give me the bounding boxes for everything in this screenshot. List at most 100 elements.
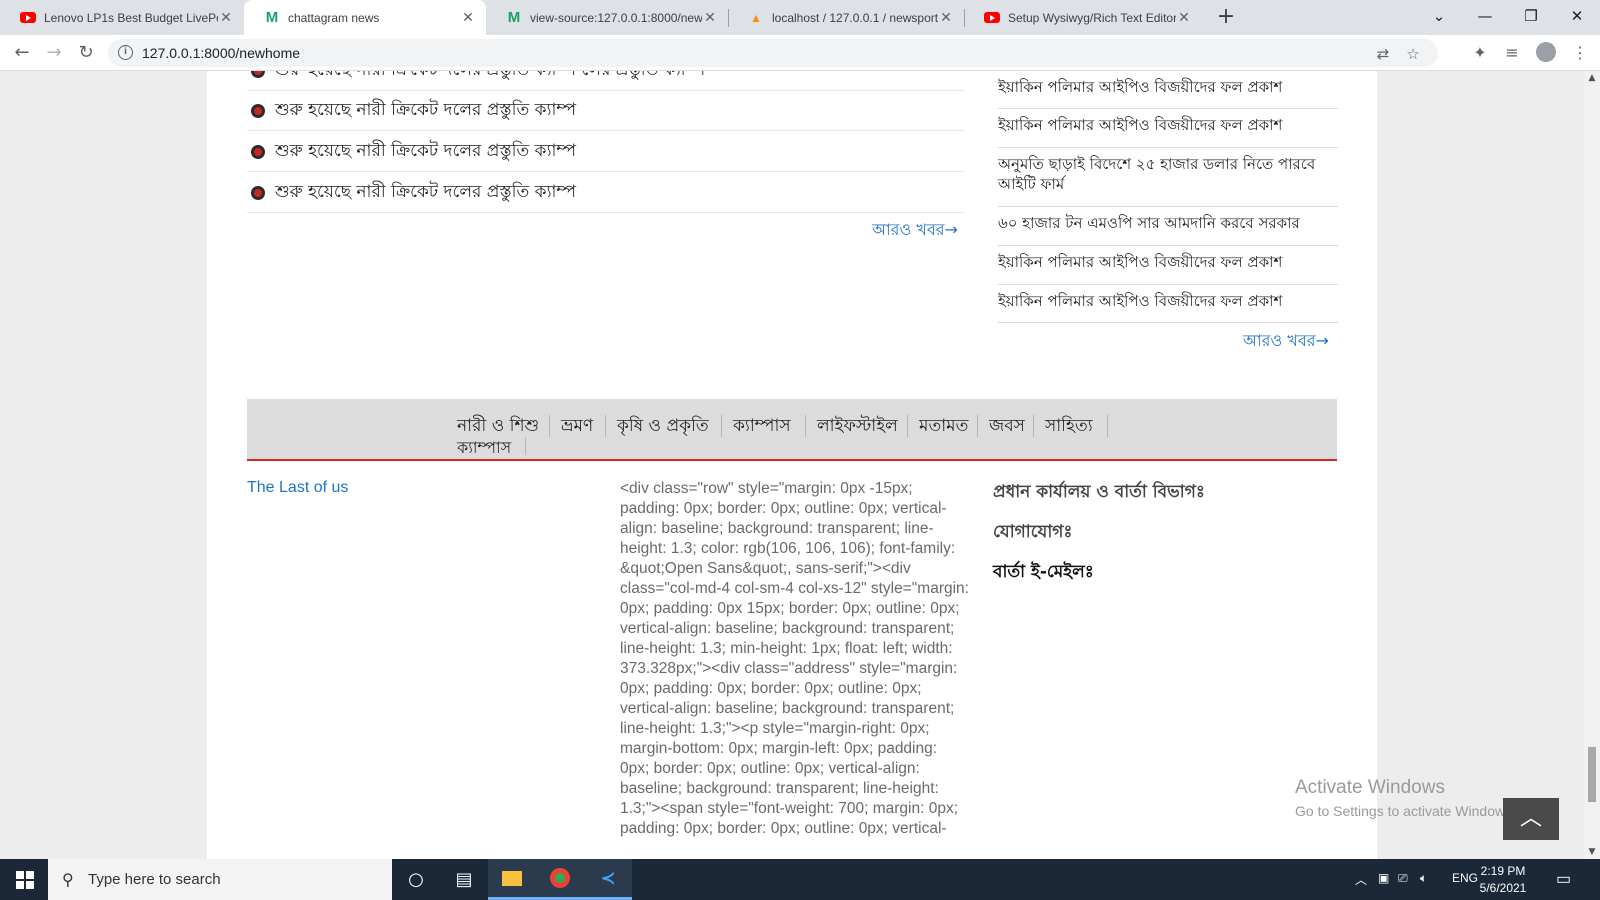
close-icon[interactable]: ✕ (702, 9, 718, 26)
tab-phpmyadmin[interactable]: ▲ localhost / 127.0.0.1 / newsportal ✕ (728, 0, 964, 35)
page-viewport: শুরু হয়েছে নারী ক্রিকেট দলের প্রস্তুতি … (0, 71, 1584, 859)
activate-windows-watermark: Activate Windows Go to Settings to activ… (1295, 777, 1516, 819)
forward-button[interactable]: → (42, 41, 66, 65)
profile-avatar[interactable] (1536, 42, 1556, 62)
news-bullet-icon (251, 103, 265, 118)
url-text[interactable]: 127.0.0.1:8000/newhome (142, 45, 300, 61)
tab-chattagram-news[interactable]: M chattagram news ✕ (244, 0, 486, 35)
scroll-up-arrow-icon[interactable]: ▲ (1584, 71, 1600, 85)
bookmark-star-icon[interactable]: ☆ (1404, 45, 1422, 63)
new-tab-button[interactable]: + (1214, 5, 1238, 29)
left-more-news-link[interactable]: আরও খবর→ (872, 217, 958, 244)
back-button[interactable]: ← (10, 41, 34, 65)
category-divider (1107, 415, 1108, 437)
info-icon[interactable]: i (118, 45, 133, 60)
list-item[interactable]: শুরু হয়েছে নারী ক্রিকেট দলের প্রস্তুতি … (247, 91, 964, 131)
news-title[interactable]: শুরু হয়েছে নারী ক্রিকেট দলের প্রস্তুতি … (275, 179, 576, 207)
category-link[interactable]: লাইফস্টাইল (817, 413, 898, 441)
address-bar[interactable]: i 127.0.0.1:8000/newhome ⇄ ☆ (108, 39, 1438, 67)
news-title[interactable]: শুরু হয়েছে নারী ক্রিকেট দলের প্রস্তুতি … (275, 71, 705, 85)
tab-title: Setup Wysiwyg/Rich Text Editor i (1008, 10, 1176, 25)
watermark-title: Activate Windows (1295, 777, 1445, 798)
category-link[interactable]: সাহিত্য (1045, 413, 1093, 441)
restore-button[interactable]: ❐ (1508, 0, 1554, 32)
raw-html-text: <div class="row" style="margin: 0px -15p… (620, 480, 969, 837)
right-more-news-link[interactable]: আরও খবর→ (1243, 328, 1329, 355)
cortana-icon[interactable]: ○ (392, 859, 440, 900)
taskbar-clock[interactable]: 2:19 PM 5/6/2021 (1468, 863, 1538, 897)
scroll-thumb[interactable] (1588, 747, 1596, 802)
category-nav: নারী ও শিশু ভ্রমণ কৃষি ও প্রকৃতি ক্যাম্প… (247, 399, 1337, 461)
translate-icon[interactable]: ⇄ (1374, 45, 1392, 63)
category-link[interactable]: ভ্রমণ (561, 413, 593, 441)
broken-image-alt[interactable]: The Last of us (247, 479, 348, 497)
tab-view-source[interactable]: M view-source:127.0.0.1:8000/newh ✕ (486, 0, 728, 35)
category-divider (525, 437, 526, 455)
list-item[interactable]: ইয়াকিন পলিমার আইপিও বিজয়ীদের ফল প্রকাশ (998, 109, 1338, 148)
list-item[interactable]: শুরু হয়েছে নারী ক্রিকেট দলের প্রস্তুতি … (247, 173, 964, 213)
youtube-icon (20, 10, 36, 26)
phpmyadmin-icon: ▲ (750, 10, 762, 25)
extensions-icon[interactable]: ✦ (1468, 41, 1492, 65)
search-icon: ⚲ (62, 870, 74, 889)
minimize-button[interactable]: — (1462, 0, 1508, 32)
category-link[interactable]: জবস (989, 413, 1025, 441)
reload-button[interactable]: ↻ (74, 41, 98, 65)
notification-icon[interactable]: ▭ (1556, 869, 1571, 889)
device-icon[interactable]: ▣ (1378, 871, 1389, 885)
news-title[interactable]: অনুমতি ছাড়াই বিদেশে ২৫ হাজার ডলার নিতে … (998, 155, 1315, 193)
category-divider (721, 415, 722, 437)
taskbar-search[interactable]: ⚲ Type here to search (48, 859, 392, 900)
windows-start-icon[interactable] (16, 871, 34, 889)
volume-icon[interactable]: 🔈︎ (1420, 871, 1427, 886)
scroll-down-arrow-icon[interactable]: ▼ (1584, 845, 1600, 859)
list-item[interactable]: ইয়াকিন পলিমার আইপিও বিজয়ীদের ফল প্রকাশ (998, 285, 1338, 323)
watermark-subtitle: Go to Settings to activate Windows. (1295, 803, 1516, 819)
page-scrollbar[interactable]: ▲ ▼ (1584, 71, 1600, 859)
tab-lenovo[interactable]: Lenovo LP1s Best Budget LivePod ✕ (0, 0, 244, 35)
news-title[interactable]: শুরু হয়েছে নারী ক্রিকেট দলের প্রস্তুতি … (275, 138, 576, 166)
news-title[interactable]: ইয়াকিন পলিমার আইপিও বিজয়ীদের ফল প্রকাশ (998, 78, 1282, 96)
email-label: বার্তা ই-মেইলঃ (993, 562, 1094, 582)
close-icon[interactable]: ✕ (1176, 9, 1192, 26)
menu-icon[interactable]: ⋮ (1568, 41, 1592, 65)
chrome-icon[interactable] (536, 859, 584, 900)
news-title[interactable]: ৬০ হাজার টন এমওপি সার আমদানি করবে সরকার (998, 214, 1300, 232)
media-control-icon[interactable]: ≡ (1500, 41, 1524, 65)
close-icon[interactable]: ✕ (460, 9, 476, 26)
clock-date: 5/6/2021 (1479, 881, 1527, 895)
news-title[interactable]: ইয়াকিন পলিমার আইপিও বিজয়ীদের ফল প্রকাশ (998, 292, 1282, 310)
list-item[interactable]: ৬০ হাজার টন এমওপি সার আমদানি করবে সরকার (998, 207, 1338, 246)
list-item[interactable]: শুরু হয়েছে নারী ক্রিকেট দলের প্রস্তুতি … (247, 71, 964, 91)
search-placeholder[interactable]: Type here to search (88, 871, 221, 888)
news-title[interactable]: ইয়াকিন পলিমার আইপিও বিজয়ীদের ফল প্রকাশ (998, 116, 1282, 134)
browser-tab-strip: Lenovo LP1s Best Budget LivePod ✕ M chat… (0, 0, 1600, 35)
category-link[interactable]: কৃষি ও প্রকৃতি (617, 413, 709, 441)
vscode-icon[interactable]: ≺ (584, 859, 632, 900)
category-link[interactable]: ক্যাম্পাস (457, 435, 511, 462)
list-item[interactable]: অনুমতি ছাড়াই বিদেশে ২৫ হাজার ডলার নিতে … (998, 148, 1338, 207)
tab-wysiwyg[interactable]: Setup Wysiwyg/Rich Text Editor i ✕ (964, 0, 1202, 35)
show-hidden-icons-icon[interactable]: ︿ (1355, 871, 1367, 888)
category-link[interactable]: মতামত (919, 413, 968, 441)
category-link[interactable]: ক্যাম্পাস (733, 413, 791, 441)
list-item[interactable]: শুরু হয়েছে নারী ক্রিকেট দলের প্রস্তুতি … (247, 132, 964, 172)
close-window-button[interactable]: ✕ (1554, 0, 1600, 32)
page-container: শুরু হয়েছে নারী ক্রিকেট দলের প্রস্তুতি … (207, 71, 1377, 859)
file-explorer-icon[interactable] (488, 859, 536, 900)
news-title[interactable]: ইয়াকিন পলিমার আইপিও বিজয়ীদের ফল প্রকাশ (998, 253, 1282, 271)
back-to-top-button[interactable]: ︿ (1503, 798, 1559, 840)
news-bullet-icon (251, 185, 265, 200)
network-icon[interactable]: ⎚ (1398, 871, 1408, 886)
close-icon[interactable]: ✕ (938, 9, 954, 26)
category-divider (549, 415, 550, 437)
list-item[interactable]: ইয়াকিন পলিমার আইপিও বিজয়ীদের ফল প্রকাশ (998, 246, 1338, 285)
close-icon[interactable]: ✕ (218, 9, 234, 26)
list-item[interactable]: ইয়াকিন পলিমার আইপিও বিজয়ীদের ফল প্রকাশ (998, 71, 1338, 109)
news-title[interactable]: শুরু হয়েছে নারী ক্রিকেট দলের প্রস্তুতি … (275, 97, 576, 125)
news-bullet-icon (251, 71, 265, 78)
windows-taskbar: ⚲ Type here to search ○ ▤ ≺ ︿ ▣ ⎚ 🔈︎ ENG… (0, 859, 1600, 900)
tab-title: localhost / 127.0.0.1 / newsportal (772, 10, 938, 25)
task-view-icon[interactable]: ▤ (440, 859, 488, 900)
tab-search-button[interactable]: ⌄ (1416, 0, 1462, 32)
